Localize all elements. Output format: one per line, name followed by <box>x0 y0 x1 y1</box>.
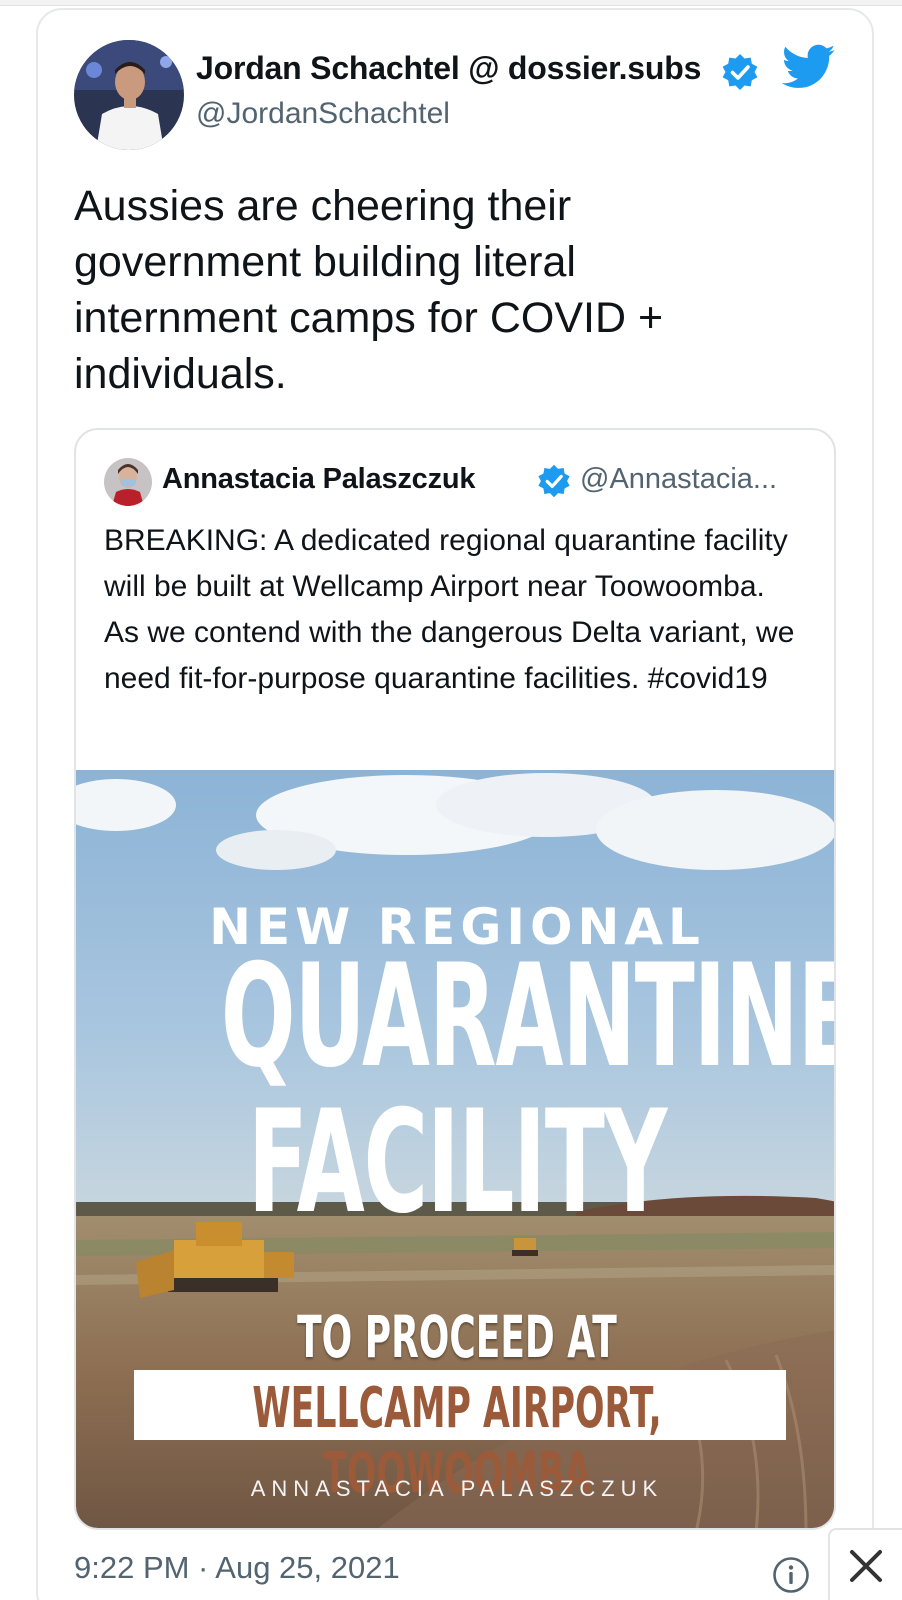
tweet-timestamp[interactable]: 9:22 PM · Aug 25, 2021 <box>74 1550 400 1586</box>
close-button[interactable] <box>828 1528 902 1600</box>
author-name[interactable]: Jordan Schachtel @ dossier.subs <box>196 50 716 87</box>
author-avatar[interactable] <box>74 40 184 150</box>
image-headline-large-2: FACILITY <box>247 1080 668 1245</box>
verified-badge-icon <box>536 463 572 499</box>
twitter-bird-icon[interactable] <box>781 44 836 90</box>
info-icon[interactable] <box>772 1556 810 1594</box>
quoted-tweet-image[interactable]: NEW REGIONAL QUARANTINE FACILITY TO PROC… <box>76 770 836 1528</box>
close-icon[interactable] <box>846 1546 886 1586</box>
tweet-text: Aussies are cheering their government bu… <box>74 182 664 398</box>
quoted-author-avatar[interactable] <box>104 458 152 506</box>
image-headline-large: QUARANTINE <box>220 934 836 1099</box>
top-divider <box>0 0 902 6</box>
image-subheadline: TO PROCEED AT <box>297 1303 617 1371</box>
verified-badge-icon <box>720 52 760 92</box>
quoted-tweet-text: BREAKING: A dedicated regional quarantin… <box>104 524 795 695</box>
quoted-author-handle[interactable]: @Annastacia... <box>580 463 777 496</box>
quoted-author-name[interactable]: Annastacia Palaszczuk <box>162 463 476 496</box>
image-signature: ANNASTACIA PALASZCZUK <box>250 1476 664 1501</box>
author-handle[interactable]: @JordanSchachtel <box>196 97 450 131</box>
quoted-tweet[interactable]: Annastacia Palaszczuk @Annastacia... BRE… <box>74 428 836 1530</box>
